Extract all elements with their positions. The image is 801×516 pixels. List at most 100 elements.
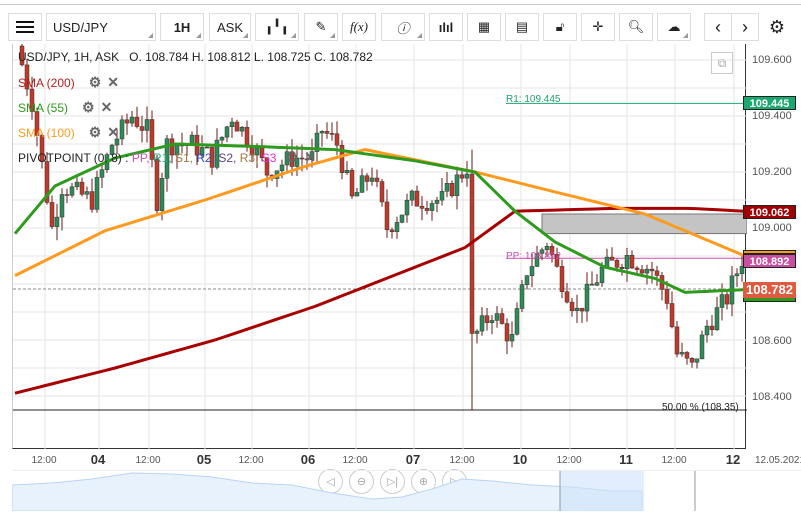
candle	[349, 170, 355, 197]
symbol-label: USD/JPY	[53, 19, 108, 35]
popout-icon[interactable]: ⧉	[711, 52, 733, 74]
pivot-item: S2,	[218, 151, 240, 165]
close-icon[interactable]: ✕	[304, 149, 316, 166]
candle	[599, 266, 605, 283]
candle	[244, 126, 250, 147]
candle	[489, 320, 495, 323]
zoom-chart-icon[interactable]: 🔍︎	[619, 13, 653, 41]
x-tick: 12	[725, 452, 741, 467]
prev-icon[interactable]: ‹	[704, 13, 732, 41]
candle	[134, 116, 140, 127]
candle	[439, 191, 445, 201]
news-icon[interactable]: ▤	[505, 13, 539, 41]
candle	[429, 203, 435, 211]
candle	[684, 352, 690, 359]
y-tick: 108.600	[752, 335, 792, 347]
candle	[359, 175, 365, 193]
timeframe-label: 1H	[173, 19, 191, 35]
symbol-select[interactable]: USD/JPY	[46, 13, 156, 41]
gear-icon[interactable]: ⚙	[82, 99, 95, 116]
close-icon[interactable]: ✕	[101, 99, 113, 116]
y-tick: 109.400	[752, 110, 792, 122]
y-tick: 109.200	[752, 166, 792, 178]
chart-area[interactable]: ⧉ ◁ ⊖ ▷| ⊕ ▷	[12, 44, 747, 494]
candle	[694, 358, 700, 363]
candle	[404, 199, 410, 216]
candle	[734, 273, 740, 277]
x-tick: 07	[405, 452, 421, 467]
navigator[interactable]	[12, 470, 801, 511]
candle	[224, 126, 230, 138]
candle	[644, 268, 650, 274]
indicator-sma200[interactable]: SMA (200) ⚙ ✕	[18, 74, 119, 91]
candle	[449, 183, 455, 197]
candle	[119, 119, 125, 140]
date-label: 12.05.2021	[754, 455, 801, 466]
indicator-label: SMA (100)	[18, 126, 75, 140]
candle	[139, 126, 145, 131]
candle	[649, 268, 655, 272]
candle	[459, 174, 465, 179]
fx-label: f(x)	[349, 19, 369, 34]
zone-rectangle	[541, 213, 747, 235]
next-icon[interactable]: ›	[731, 13, 759, 41]
sma200-price-tag: 109.062	[743, 205, 796, 219]
calendar-icon[interactable]: ▦	[467, 13, 501, 41]
candle	[579, 307, 585, 312]
candle	[514, 308, 520, 335]
candle	[524, 275, 530, 285]
x-tick: 12:00	[556, 455, 582, 466]
candle	[94, 177, 100, 210]
close-icon[interactable]: ✕	[107, 124, 119, 141]
indicator-sma55[interactable]: SMA (55) ⚙ ✕	[18, 99, 112, 116]
r1-level-label: R1: 109.445	[506, 94, 561, 105]
candle	[89, 191, 95, 210]
candle	[504, 323, 510, 342]
fx-icon[interactable]: f(x)	[342, 13, 376, 41]
x-tick: 12:00	[449, 455, 475, 466]
candle	[239, 126, 245, 132]
candle	[639, 269, 645, 274]
candle	[154, 159, 160, 211]
candle	[129, 116, 135, 124]
gear-icon[interactable]: ⚙	[763, 13, 791, 41]
indicator-label: SMA (200)	[18, 76, 75, 90]
candle	[479, 315, 485, 332]
candle	[379, 181, 385, 203]
indicator-pivot[interactable]: PIVOTPOINT (0, 8) : PP, R1, S1, R2, S2, …	[18, 149, 316, 166]
timeframe-select[interactable]: 1H	[160, 13, 204, 41]
candle	[564, 291, 570, 303]
candle	[664, 289, 670, 304]
y-tick: 109.600	[752, 54, 792, 66]
candle	[624, 255, 630, 269]
info-icon[interactable]: ⓘ	[381, 13, 425, 41]
x-tick: 12:00	[661, 455, 687, 466]
x-tick: 12:00	[135, 455, 161, 466]
candle	[344, 170, 350, 173]
candle	[699, 334, 705, 360]
price-type-select[interactable]: ASK	[209, 13, 251, 41]
bar-chart-icon[interactable]: ılıl	[429, 13, 463, 41]
gear-icon[interactable]: ⚙	[286, 149, 299, 166]
lock-icon[interactable]: 🔓︎	[543, 13, 577, 41]
candle	[329, 133, 335, 135]
candle	[469, 173, 475, 334]
x-tick: 11	[619, 452, 633, 467]
candle	[719, 294, 725, 308]
candle	[204, 146, 210, 149]
candles-icon[interactable]: ╻╹╻	[255, 13, 299, 41]
gear-icon[interactable]: ⚙	[89, 124, 102, 141]
menu-icon[interactable]	[8, 13, 42, 41]
indicator-sma100[interactable]: SMA (100) ⚙ ✕	[18, 124, 119, 141]
candle	[374, 177, 380, 182]
candle	[714, 307, 720, 331]
pencil-icon[interactable]: ✎	[304, 13, 338, 41]
cloud-upload-icon[interactable]: ☁	[657, 13, 691, 41]
candle	[399, 214, 405, 223]
pivot-item: R1,	[152, 151, 175, 165]
crosshair-icon[interactable]: ✛	[581, 13, 615, 41]
candle	[74, 181, 80, 188]
close-icon[interactable]: ✕	[107, 74, 119, 91]
candle	[144, 119, 150, 131]
gear-icon[interactable]: ⚙	[89, 74, 102, 91]
